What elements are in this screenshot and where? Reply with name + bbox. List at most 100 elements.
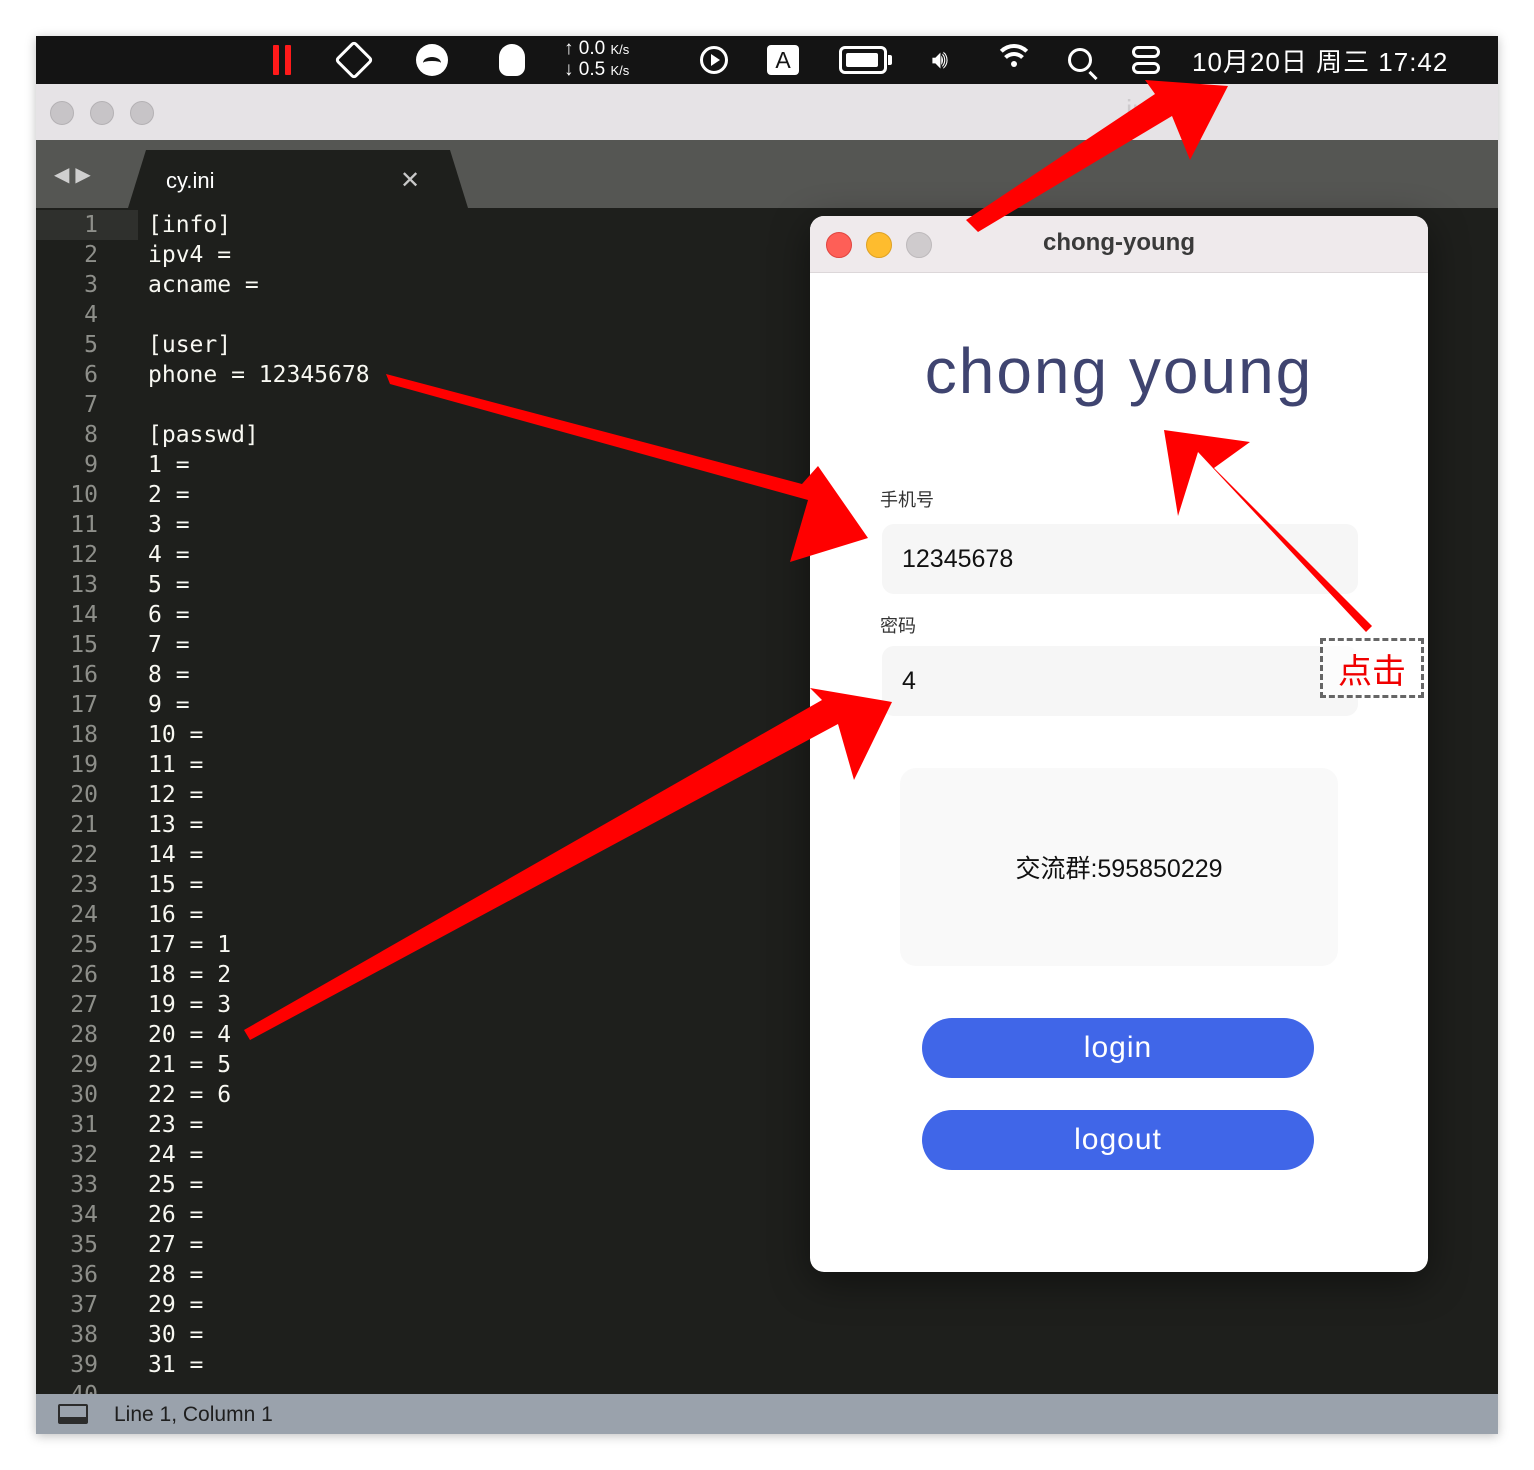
code-line[interactable]: 6 phone = 12345678 xyxy=(36,360,369,390)
code-line[interactable]: 28 20 = 4 xyxy=(36,1020,231,1050)
tab-close-icon[interactable]: ✕ xyxy=(400,166,420,195)
code-line[interactable]: 12 4 = xyxy=(36,540,189,570)
code-line[interactable]: 3 acname = xyxy=(36,270,259,300)
code-line[interactable]: 19 11 = xyxy=(36,750,203,780)
line-number: 1 xyxy=(84,212,98,238)
code-line[interactable]: 24 16 = xyxy=(36,900,203,930)
battery-icon[interactable] xyxy=(836,36,892,84)
code-line[interactable]: 33 25 = xyxy=(36,1170,203,1200)
line-text: 7 = xyxy=(148,632,190,658)
line-text: 1 = xyxy=(148,452,190,478)
input-source-icon[interactable]: A xyxy=(766,36,800,84)
line-text: 17 = 1 xyxy=(148,932,232,958)
line-text: 29 = xyxy=(148,1292,204,1318)
line-text: ipv4 = xyxy=(148,242,232,268)
editor-tab-bar: ◀▶ cy.ini ✕ xyxy=(36,140,1498,208)
line-number: 14 xyxy=(70,602,98,628)
code-line[interactable]: 27 19 = 3 xyxy=(36,990,231,1020)
line-number: 12 xyxy=(70,542,98,568)
logout-button[interactable]: logout xyxy=(922,1110,1314,1170)
line-number: 4 xyxy=(84,302,98,328)
menu-clock[interactable]: 10月20日 周三 17:42 xyxy=(1192,36,1472,84)
editor-status-bar: Line 1, Column 1 xyxy=(36,1394,1498,1434)
code-line[interactable]: 20 12 = xyxy=(36,780,203,810)
code-line[interactable]: 22 14 = xyxy=(36,840,203,870)
pause-icon[interactable] xyxy=(268,36,296,84)
qq-icon[interactable] xyxy=(492,36,532,84)
panel-toggle-icon[interactable] xyxy=(58,1404,88,1424)
editor-close-button[interactable] xyxy=(50,101,74,125)
code-line[interactable]: 26 18 = 2 xyxy=(36,960,231,990)
search-icon[interactable] xyxy=(1062,36,1098,84)
tab-nav-arrows[interactable]: ◀▶ xyxy=(54,162,97,187)
password-label: 密码 xyxy=(880,616,916,636)
code-line[interactable]: 18 10 = xyxy=(36,720,203,750)
code-line[interactable]: 1 [info] xyxy=(36,210,231,240)
code-line[interactable]: 16 8 = xyxy=(36,660,189,690)
editor-minimize-button[interactable] xyxy=(90,101,114,125)
code-line[interactable]: 25 17 = 1 xyxy=(36,930,231,960)
editor-zoom-button[interactable] xyxy=(130,101,154,125)
play-icon[interactable] xyxy=(696,36,732,84)
code-line[interactable]: 4 xyxy=(36,300,98,330)
line-text: 27 = xyxy=(148,1232,204,1258)
line-text: 31 = xyxy=(148,1352,204,1378)
line-number: 36 xyxy=(70,1262,98,1288)
line-text: 10 = xyxy=(148,722,204,748)
line-text: 3 = xyxy=(148,512,190,538)
code-line[interactable]: 38 30 = xyxy=(36,1320,203,1350)
code-line[interactable]: 17 9 = xyxy=(36,690,189,720)
code-line[interactable]: 21 13 = xyxy=(36,810,203,840)
code-line[interactable]: 35 27 = xyxy=(36,1230,203,1260)
line-number: 16 xyxy=(70,662,98,688)
password-field[interactable]: 4 xyxy=(882,646,1358,716)
line-text: phone = 12345678 xyxy=(148,362,370,388)
line-text: 2 = xyxy=(148,482,190,508)
speed-unit: K/s xyxy=(610,42,630,57)
code-line[interactable]: 32 24 = xyxy=(36,1140,203,1170)
code-line[interactable]: 29 21 = 5 xyxy=(36,1050,231,1080)
line-text: 24 = xyxy=(148,1142,204,1168)
login-button[interactable]: login xyxy=(922,1018,1314,1078)
photo-icon[interactable] xyxy=(412,36,452,84)
code-line[interactable]: 39 31 = xyxy=(36,1350,203,1380)
code-line[interactable]: 9 1 = xyxy=(36,450,189,480)
line-number: 10 xyxy=(70,482,98,508)
line-text: 28 = xyxy=(148,1262,204,1288)
code-line[interactable]: 37 29 = xyxy=(36,1290,203,1320)
diamond-icon[interactable] xyxy=(334,36,374,84)
upload-speed: ↑ 0.0 K/s xyxy=(564,38,630,59)
code-line[interactable]: 36 28 = xyxy=(36,1260,203,1290)
network-speed-indicator[interactable]: ↑ 0.0 K/s ↓ 0.5 K/s xyxy=(564,36,656,84)
line-text: 4 = xyxy=(148,542,190,568)
code-line[interactable]: 30 22 = 6 xyxy=(36,1080,231,1110)
phone-field[interactable]: 12345678 xyxy=(882,524,1358,594)
tab-cy-ini[interactable]: cy.ini ✕ xyxy=(128,150,468,208)
code-line[interactable]: 8 [passwd] xyxy=(36,420,259,450)
code-line[interactable]: 14 6 = xyxy=(36,600,189,630)
chong-young-window: chong-young chong young 手机号 12345678 密码 … xyxy=(810,216,1428,1272)
code-line[interactable]: 5 [user] xyxy=(36,330,231,360)
line-text: 6 = xyxy=(148,602,190,628)
volume-icon[interactable]: 🔊︎ xyxy=(920,36,960,84)
code-line[interactable]: 31 23 = xyxy=(36,1110,203,1140)
code-line[interactable]: 15 7 = xyxy=(36,630,189,660)
code-line[interactable]: 10 2 = xyxy=(36,480,189,510)
tab-title: cy.ini xyxy=(166,168,215,193)
code-line[interactable]: 23 15 = xyxy=(36,870,203,900)
code-line[interactable]: 34 26 = xyxy=(36,1200,203,1230)
code-line[interactable]: 11 3 = xyxy=(36,510,189,540)
code-line[interactable]: 7 xyxy=(36,390,98,420)
line-number: 37 xyxy=(70,1292,98,1318)
download-speed: ↓ 0.5 K/s xyxy=(564,59,630,80)
line-text: 26 = xyxy=(148,1202,204,1228)
line-number: 27 xyxy=(70,992,98,1018)
line-number: 3 xyxy=(84,272,98,298)
code-line[interactable]: 13 5 = xyxy=(36,570,189,600)
line-number: 32 xyxy=(70,1142,98,1168)
line-text: 9 = xyxy=(148,692,190,718)
wifi-icon[interactable] xyxy=(994,36,1034,84)
line-number: 30 xyxy=(70,1082,98,1108)
code-line[interactable]: 2 ipv4 = xyxy=(36,240,231,270)
control-center-icon[interactable] xyxy=(1128,36,1164,84)
